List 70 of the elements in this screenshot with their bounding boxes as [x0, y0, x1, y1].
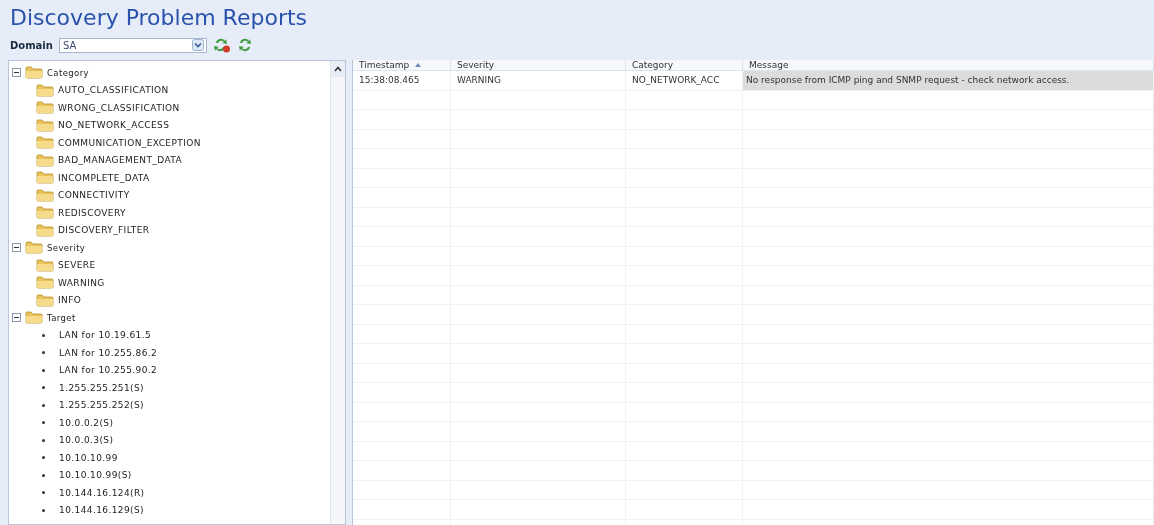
- caret-icon: [191, 39, 204, 51]
- tree-item[interactable]: 10.144.16.129(S): [59, 505, 144, 516]
- tree-item[interactable]: REDISCOVERY: [58, 207, 126, 218]
- folder-icon: [25, 241, 43, 255]
- bullet-icon: [42, 386, 45, 390]
- bullet-icon: [42, 333, 45, 337]
- bullet-icon: [42, 351, 45, 355]
- folder-icon: [36, 293, 54, 307]
- bullet-icon: [42, 403, 45, 407]
- bullet-icon: [42, 456, 45, 460]
- bullet-icon: [42, 368, 45, 372]
- folder-icon: [36, 101, 54, 115]
- folder-icon: [36, 136, 54, 150]
- tree-item[interactable]: LAN for 10.255.90.2: [59, 365, 158, 376]
- tree-item[interactable]: 10.144.16.124(R): [59, 487, 145, 498]
- scrollbar[interactable]: [330, 61, 345, 524]
- collapse-icon[interactable]: [12, 68, 21, 78]
- tree-item[interactable]: 10.10.10.99(S): [59, 470, 132, 481]
- collapse-icon[interactable]: [12, 313, 21, 323]
- domain-dropdown[interactable]: SA: [58, 37, 207, 53]
- table-cell: No response from ICMP ping and SNMP request - check network access.: [743, 71, 1154, 90]
- tree-item[interactable]: Severity: [47, 242, 86, 253]
- tree-item[interactable]: 1.255.255.251(S): [59, 382, 144, 393]
- table-cell: WARNING: [451, 71, 626, 90]
- tree-item[interactable]: INFO: [58, 295, 82, 306]
- tree-item[interactable]: DISCOVERY_FILTER: [58, 225, 150, 236]
- refresh-icon[interactable]: [236, 37, 253, 53]
- tree-item[interactable]: INCOMPLETE_DATA: [58, 172, 150, 183]
- bullet-icon: [42, 491, 45, 495]
- folder-icon: [25, 66, 43, 80]
- bullet-icon: [42, 421, 45, 425]
- window-title: Discovery Problem Reports: [10, 4, 307, 30]
- column-header[interactable]: Message: [743, 60, 1154, 70]
- bullet-icon: [42, 508, 45, 512]
- tree-item[interactable]: NO_NETWORK_ACCESS: [58, 120, 170, 131]
- table-cell: 15:38:08.465: [353, 71, 451, 90]
- refresh-with-badge-icon[interactable]: [212, 37, 231, 53]
- bullet-icon: [42, 438, 45, 442]
- folder-icon: [36, 276, 54, 290]
- folder-icon: [36, 188, 54, 202]
- folder-icon: [36, 223, 54, 237]
- tree-item[interactable]: WRONG_CLASSIFICATION: [58, 102, 180, 113]
- tree-item[interactable]: Target: [47, 312, 76, 323]
- tree-item[interactable]: 1.255.255.252(S): [59, 400, 144, 411]
- column-header[interactable]: Category: [626, 60, 743, 70]
- tree-item[interactable]: LAN for 10.19.61.5: [59, 330, 152, 341]
- tree-item[interactable]: BAD_MANAGEMENT_DATA: [58, 155, 183, 166]
- column-header[interactable]: Severity: [451, 60, 626, 70]
- tree-item[interactable]: AUTO_CLASSIFICATION: [58, 85, 169, 96]
- folder-icon: [36, 206, 54, 220]
- bullet-icon: [42, 473, 45, 477]
- domain-label: Domain: [10, 39, 53, 51]
- folder-icon: [25, 311, 43, 325]
- tree-item[interactable]: SEVERE: [58, 260, 96, 271]
- tree-item[interactable]: CONNECTIVITY: [58, 190, 130, 201]
- column-header[interactable]: Timestamp: [353, 60, 451, 70]
- scroll-up-icon[interactable]: [333, 65, 343, 73]
- tree-item[interactable]: Category: [47, 67, 90, 78]
- tree-item[interactable]: LAN for 10.255.86.2: [59, 347, 158, 358]
- tree-item[interactable]: COMMUNICATION_EXCEPTION: [58, 137, 201, 148]
- folder-icon: [36, 83, 54, 97]
- collapse-icon[interactable]: [12, 243, 21, 253]
- tree-item[interactable]: 10.0.0.2(S): [59, 417, 114, 428]
- folder-icon: [36, 258, 54, 272]
- tree-item[interactable]: 10.0.0.3(S): [59, 435, 114, 446]
- tree-item[interactable]: WARNING: [58, 277, 105, 288]
- folder-icon: [36, 118, 54, 132]
- folder-icon: [36, 153, 54, 167]
- tree-item[interactable]: 10.10.10.99: [59, 452, 118, 463]
- folder-icon: [36, 171, 54, 185]
